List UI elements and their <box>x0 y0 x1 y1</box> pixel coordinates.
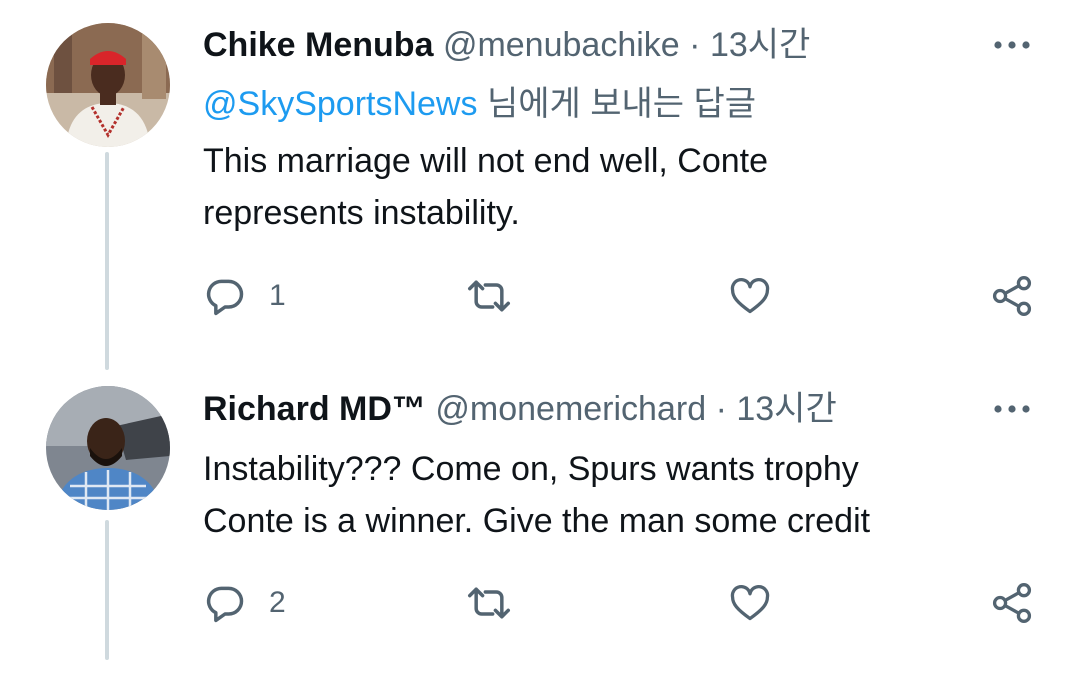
retweet-button[interactable] <box>465 581 513 625</box>
share-icon <box>989 581 1035 625</box>
more-icon[interactable] <box>990 399 1034 419</box>
timestamp[interactable]: 13시간 <box>736 390 836 428</box>
tweet-actions: 2 <box>203 581 1043 625</box>
separator: · <box>715 390 727 428</box>
tweet-actions: 1 <box>203 274 1043 318</box>
like-button[interactable] <box>727 274 773 318</box>
tweet-text-line: This marriage will not end well, Conte <box>203 142 769 180</box>
reply-to-suffix: 님에게 보내는 답글 <box>486 85 757 123</box>
like-button[interactable] <box>727 581 773 625</box>
user-handle[interactable]: @monemerichard <box>435 390 706 428</box>
display-name[interactable]: Chike Menuba <box>203 26 433 64</box>
share-button[interactable] <box>989 274 1035 318</box>
share-button[interactable] <box>989 581 1035 625</box>
display-name[interactable]: Richard MD™ <box>203 390 426 428</box>
reply-icon <box>203 581 247 625</box>
tweet-header: Richard MD™ @monemerichard · 13시간 <box>203 389 837 429</box>
retweet-icon <box>465 581 513 625</box>
thread-line-top <box>105 152 109 370</box>
tweet-text: This marriage will not end well, Conte r… <box>203 135 1023 239</box>
retweet-button[interactable] <box>465 274 513 318</box>
reply-button[interactable]: 2 <box>203 581 286 625</box>
more-icon[interactable] <box>990 35 1034 55</box>
share-icon <box>989 274 1035 318</box>
tweet-text-line: represents instability. <box>203 194 520 232</box>
avatar[interactable] <box>46 23 170 147</box>
avatar[interactable] <box>46 386 170 510</box>
timestamp[interactable]: 13시간 <box>710 26 810 64</box>
separator: · <box>689 26 701 64</box>
tweet-text: Instability??? Come on, Spurs wants trop… <box>203 443 1023 547</box>
retweet-icon <box>465 274 513 318</box>
reply-button[interactable]: 1 <box>203 274 286 318</box>
thread-line-bottom <box>105 520 109 660</box>
heart-icon <box>727 274 773 318</box>
tweet-header: Chike Menuba @menubachike · 13시간 <box>203 25 810 65</box>
tweet-text-line: Conte is a winner. Give the man some cre… <box>203 502 871 540</box>
reply-icon <box>203 274 247 318</box>
reply-count: 2 <box>269 586 286 619</box>
reply-count: 1 <box>269 279 286 312</box>
user-handle[interactable]: @menubachike <box>443 26 680 64</box>
reply-context: @SkySportsNews 님에게 보내는 답글 <box>203 84 756 124</box>
heart-icon <box>727 581 773 625</box>
reply-to-mention[interactable]: @SkySportsNews <box>203 85 477 123</box>
tweet-text-line: Instability??? Come on, Spurs wants trop… <box>203 450 859 488</box>
